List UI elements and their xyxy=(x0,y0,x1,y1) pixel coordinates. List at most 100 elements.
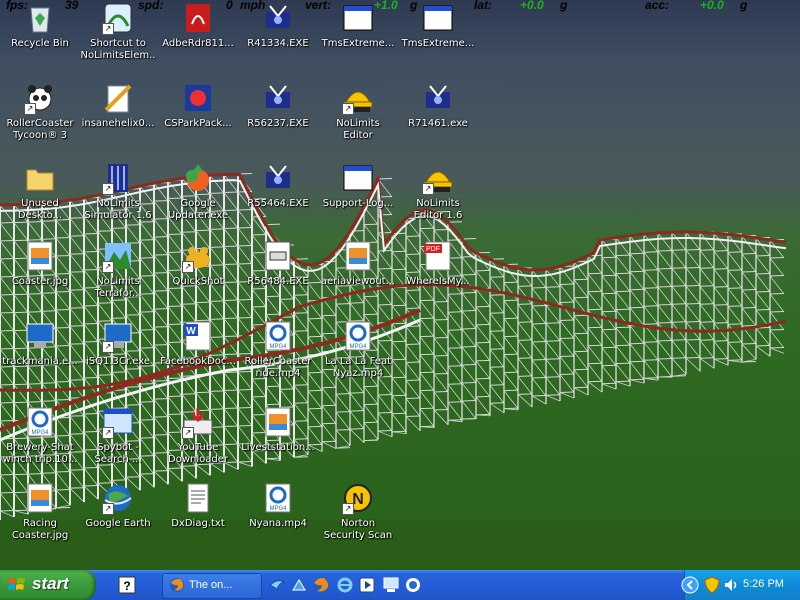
media-player-icon[interactable] xyxy=(358,576,376,594)
desktop-icon-label: Google Updater.exe xyxy=(167,198,229,221)
shortcut-arrow-icon: ↗ xyxy=(102,261,114,273)
desktop-icon-label: insanehelix0... xyxy=(81,118,155,129)
desktop-icon[interactable]: MPG4 Nyana.mp4 xyxy=(240,482,316,550)
paint-icon xyxy=(104,84,132,113)
desktop-icon[interactable]: ↗ Shortcut to NoLimitsElem... xyxy=(80,2,156,70)
window-icon xyxy=(343,165,373,191)
desktop-icon-label: aeriaviewout... xyxy=(320,276,396,287)
firefox-icon[interactable] xyxy=(312,576,330,594)
taskbar-window-label: The on... xyxy=(189,579,233,591)
desktop-icon-label: R71461.exe xyxy=(408,118,468,129)
desktop-icon[interactable]: ↗ YouTube Downloader xyxy=(160,406,236,474)
shortcut-arrow-icon: ↗ xyxy=(24,103,36,115)
desktop-icon[interactable]: N ↗ Norton Security Scan xyxy=(320,482,396,550)
mp4-icon: MPG4 xyxy=(265,321,291,351)
desktop-icon[interactable]: W FacebookDoc... xyxy=(160,320,236,388)
desktop-icon[interactable]: R71461.exe xyxy=(400,82,476,150)
desktop-icon[interactable]: ↗ NoLimits Simulator 1.6 xyxy=(80,162,156,230)
desktop-icon-label: R41334.EXE xyxy=(247,38,309,49)
shortcut-arrow-icon: ↗ xyxy=(102,427,114,439)
media-icon[interactable] xyxy=(290,576,308,594)
desktop-icon[interactable]: aeriaviewout... xyxy=(320,240,396,308)
desktop-icon[interactable]: CSParkPack... xyxy=(160,82,236,150)
shortcut-arrow-icon: ↗ xyxy=(422,183,434,195)
mp4-icon: MPG4 xyxy=(265,483,291,513)
svg-text:MPG4: MPG4 xyxy=(269,506,287,512)
desktop-icon[interactable]: ↗ QuickShot xyxy=(160,240,236,308)
desktop-icon[interactable]: R56237.EXE xyxy=(240,82,316,150)
desktop-icon-label: Nyana.mp4 xyxy=(249,518,307,529)
desktop-icon-label: R56484.EXE xyxy=(247,276,309,287)
mp4-icon: MPG4 xyxy=(345,321,371,351)
desktop-icon-label: NoLimits Simulator 1.6 xyxy=(84,198,152,221)
desktop-icon[interactable]: ↗ Google Earth xyxy=(80,482,156,550)
desktop: fps: 39 spd: 0 mph vert: +1.0 g lat: +0.… xyxy=(0,0,800,570)
volume-icon[interactable] xyxy=(723,576,741,594)
desktop-icon[interactable]: Coaster.jpg xyxy=(2,240,78,308)
desktop-icon-label: RollerCoaster Tycoon® 3 xyxy=(6,118,74,141)
game-icon xyxy=(26,323,54,348)
desktop-icon[interactable]: Racing Coaster.jpg xyxy=(2,482,78,550)
tray-expand-icon[interactable] xyxy=(681,576,699,594)
computer-icon[interactable] xyxy=(382,576,400,594)
desktop-icon-label: NoLimits Editor 1.6 xyxy=(413,198,463,221)
desktop-icon-label: trackmania.e... xyxy=(2,356,78,367)
desktop-icon[interactable]: Unused Deskto... xyxy=(2,162,78,230)
desktop-icon[interactable]: MPG4 RollerCoaster ride.mp4 xyxy=(240,320,316,388)
desktop-icon[interactable]: ↗ NoLimits Editor 1.6 xyxy=(400,162,476,230)
desktop-icon-label: QuickShot xyxy=(172,276,224,287)
desktop-icon-label: Google Earth xyxy=(85,518,151,529)
help-icon[interactable]: ? xyxy=(118,576,136,594)
taskbar-window-button[interactable]: The on... xyxy=(162,573,262,599)
desktop-icon[interactable]: R56484.EXE xyxy=(240,240,316,308)
desktop-icon-label: YouTube Downloader xyxy=(168,442,228,465)
security-tray-icon[interactable] xyxy=(703,576,721,594)
desktop-icon[interactable]: ↗ Spybot - Search ... xyxy=(80,406,156,474)
svg-text:PDF: PDF xyxy=(426,246,440,253)
desktop-icon[interactable]: ↗ NoLimits Terrafor... xyxy=(80,240,156,308)
desktop-icon-label: Spybot - Search ... xyxy=(94,442,142,465)
desktop-icon-label: WhereIsMy... xyxy=(406,276,470,287)
hud-lat-label: lat: xyxy=(474,0,492,12)
desktop-icon[interactable]: DxDiag.txt xyxy=(160,482,236,550)
desktop-icon-label: TmsExtreme... xyxy=(401,38,475,49)
desktop-icon-label: iSQ1.3Cr.exe xyxy=(86,356,150,367)
desktop-icon[interactable]: Google Updater.exe xyxy=(160,162,236,230)
clock[interactable]: 5:26 PM xyxy=(743,578,784,590)
desktop-icon-label: DxDiag.txt xyxy=(171,518,225,529)
text-file-icon xyxy=(187,483,209,513)
svg-text:W: W xyxy=(186,326,196,337)
desktop-icon[interactable]: TmsExtreme... xyxy=(320,2,396,70)
desktop-icon[interactable]: Support-Log... xyxy=(320,162,396,230)
bird-icon[interactable] xyxy=(268,576,286,594)
desktop-icon[interactable]: PDF WhereIsMy... xyxy=(400,240,476,308)
desktop-icon-label: Coaster.jpg xyxy=(11,276,69,287)
taskbar: start ? The on... 5:26 PM xyxy=(0,570,800,600)
desktop-icon-label: NoLimits Editor xyxy=(336,118,380,141)
mp4-icon: MPG4 xyxy=(27,407,53,437)
desktop-icon[interactable]: ↗ RollerCoaster Tycoon® 3 xyxy=(2,82,78,150)
desktop-icon[interactable]: Liveststation... xyxy=(240,406,316,474)
desktop-icon[interactable]: ↗ iSQ1.3Cr.exe xyxy=(80,320,156,388)
ie-icon[interactable] xyxy=(336,576,354,594)
start-button[interactable]: start xyxy=(0,570,96,600)
desktop-icon-label: Brewery-Shat winch trip.10... xyxy=(2,442,78,465)
desktop-icon[interactable]: R41334.EXE xyxy=(240,2,316,70)
desktop-icon[interactable]: TmsExtreme... xyxy=(400,2,476,70)
desktop-icon[interactable]: insanehelix0... xyxy=(80,82,156,150)
player-icon[interactable] xyxy=(404,576,422,594)
desktop-icon[interactable]: ↗ NoLimits Editor xyxy=(320,82,396,150)
desktop-icon[interactable]: MPG4 La La La Feat Nyaz.mp4 xyxy=(320,320,396,388)
svg-text:MPG4: MPG4 xyxy=(349,344,367,350)
desktop-icon[interactable]: Recycle Bin xyxy=(2,2,78,70)
desktop-icon[interactable]: trackmania.e... xyxy=(2,320,78,388)
desktop-icon-label: Racing Coaster.jpg xyxy=(11,518,69,541)
desktop-icon-label: R56237.EXE xyxy=(247,118,309,129)
installer-icon xyxy=(266,165,290,188)
desktop-icon[interactable]: R55464.EXE xyxy=(240,162,316,230)
desktop-icon[interactable]: AdbeRdr811... xyxy=(160,2,236,70)
adobe-reader-icon xyxy=(186,4,210,32)
window-icon xyxy=(343,5,373,31)
desktop-icon[interactable]: MPG4 Brewery-Shat winch trip.10... xyxy=(2,406,78,474)
google-updater-icon xyxy=(186,164,209,191)
